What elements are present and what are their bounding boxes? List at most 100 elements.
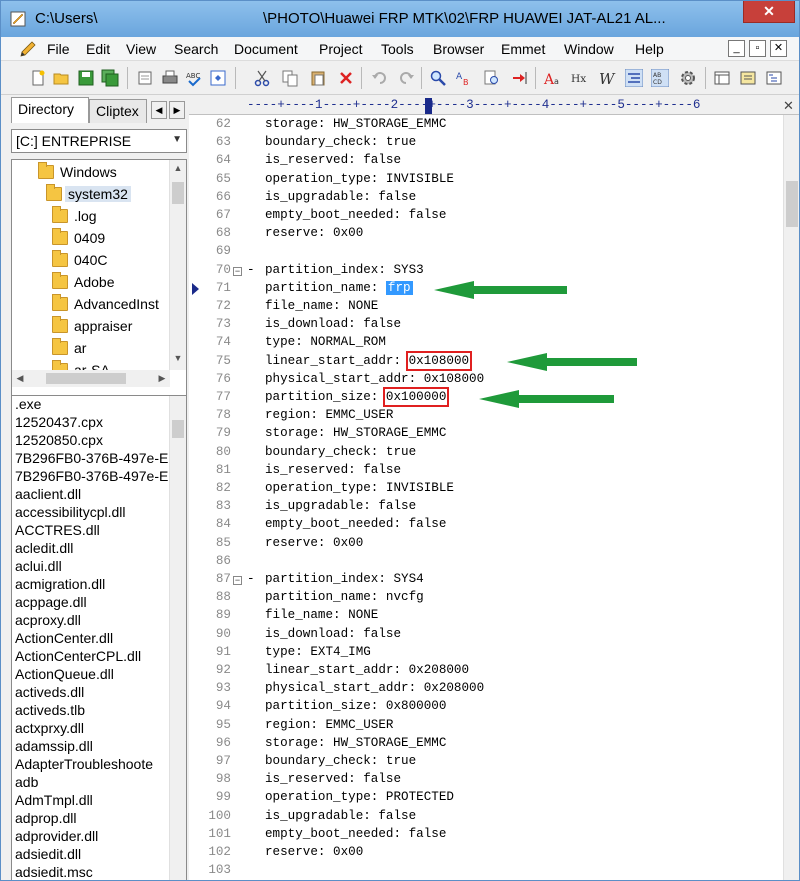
find-icon[interactable] bbox=[429, 69, 447, 87]
tree-item[interactable]: 0409 bbox=[52, 228, 168, 250]
tab-directory[interactable]: Directory bbox=[11, 97, 89, 123]
mdi-restore-button[interactable]: ▫ bbox=[749, 40, 766, 57]
list-item[interactable]: 12520850.cpx bbox=[15, 432, 103, 450]
window-close-button[interactable]: ✕ bbox=[743, 1, 795, 23]
print-icon[interactable] bbox=[161, 69, 179, 87]
print-preview-icon[interactable] bbox=[137, 69, 155, 87]
scroll-right-icon[interactable]: ▶ bbox=[154, 370, 170, 387]
mdi-minimize-button[interactable]: _ bbox=[728, 40, 745, 57]
indent-guide-icon[interactable] bbox=[625, 69, 643, 87]
code-editor[interactable]: ----+----1----+----2----+----3----+----4… bbox=[189, 97, 799, 880]
list-item[interactable]: adprop.dll bbox=[15, 810, 77, 828]
scroll-thumb[interactable] bbox=[172, 420, 184, 438]
list-item[interactable]: acproxy.dll bbox=[15, 612, 81, 630]
tree-item[interactable]: Adobe bbox=[52, 272, 168, 294]
new-file-icon[interactable] bbox=[29, 69, 47, 87]
list-item[interactable]: adprovider.dll bbox=[15, 828, 98, 846]
title-bar[interactable]: C:\Users\ \PHOTO\Huawei FRP MTK\02\FRP H… bbox=[1, 1, 799, 37]
hex-icon[interactable]: Hx bbox=[571, 69, 589, 87]
list-item[interactable]: adsiedit.dll bbox=[15, 846, 81, 864]
scroll-thumb[interactable] bbox=[46, 373, 126, 384]
save-all-icon[interactable] bbox=[101, 69, 119, 87]
list-item[interactable]: ActionCenter.dll bbox=[15, 630, 113, 648]
tab-scroll-left-button[interactable]: ◀ bbox=[151, 101, 167, 119]
tree-item[interactable]: ar-SA bbox=[52, 360, 168, 370]
file-list-vscrollbar[interactable] bbox=[169, 396, 186, 880]
list-item[interactable]: ActionQueue.dll bbox=[15, 666, 114, 684]
drive-select[interactable]: [C:] ENTREPRISE ▼ bbox=[11, 129, 187, 153]
list-item[interactable]: aclui.dll bbox=[15, 558, 62, 576]
tree-item[interactable]: ar bbox=[52, 338, 168, 360]
folder-tree-vscrollbar[interactable]: ▲ ▼ bbox=[169, 160, 186, 370]
word-wrap-icon[interactable]: W bbox=[599, 69, 617, 87]
clip-panel-icon[interactable] bbox=[739, 69, 757, 87]
list-item[interactable]: 7B296FB0-376B-497e-E bbox=[15, 468, 168, 486]
browser-view-icon[interactable] bbox=[209, 69, 227, 87]
paste-icon[interactable] bbox=[309, 69, 327, 87]
list-item[interactable]: ACCTRES.dll bbox=[15, 522, 100, 540]
spellcheck-icon[interactable]: ABC bbox=[185, 69, 203, 87]
replace-icon[interactable]: AB bbox=[455, 69, 473, 87]
find-in-files-icon[interactable] bbox=[483, 69, 501, 87]
tab-scroll-right-button[interactable]: ▶ bbox=[169, 101, 185, 119]
menu-view[interactable]: View bbox=[126, 41, 156, 57]
list-item[interactable]: acledit.dll bbox=[15, 540, 73, 558]
tree-item[interactable]: .log bbox=[52, 206, 168, 228]
menu-help[interactable]: Help bbox=[635, 41, 664, 57]
menu-document[interactable]: Document bbox=[234, 41, 298, 57]
cut-icon[interactable] bbox=[253, 69, 271, 87]
list-item[interactable]: acppage.dll bbox=[15, 594, 87, 612]
list-item[interactable]: AdapterTroubleshoote bbox=[15, 756, 153, 774]
file-list[interactable]: .exe 12520437.cpx 12520850.cpx 7B296FB0-… bbox=[11, 395, 187, 880]
menu-emmet[interactable]: Emmet bbox=[501, 41, 545, 57]
list-item[interactable]: actxprxy.dll bbox=[15, 720, 84, 738]
scroll-up-icon[interactable]: ▲ bbox=[170, 160, 186, 177]
list-item[interactable]: 12520437.cpx bbox=[15, 414, 103, 432]
tab-cliptext[interactable]: Cliptex bbox=[89, 99, 147, 123]
list-item[interactable]: adb bbox=[15, 774, 38, 792]
delete-icon[interactable] bbox=[337, 69, 355, 87]
save-icon[interactable] bbox=[77, 69, 95, 87]
list-item[interactable]: adamssip.dll bbox=[15, 738, 93, 756]
outline-icon[interactable] bbox=[765, 69, 783, 87]
menu-window[interactable]: Window bbox=[564, 41, 614, 57]
redo-icon[interactable] bbox=[397, 69, 415, 87]
column-icon[interactable]: ABCD bbox=[651, 69, 669, 87]
folder-tree-hscrollbar[interactable]: ◀ ▶ bbox=[12, 370, 170, 387]
undo-icon[interactable] bbox=[371, 69, 389, 87]
tree-item-selected[interactable]: system32 bbox=[46, 184, 168, 206]
list-item[interactable]: activeds.dll bbox=[15, 684, 84, 702]
list-item[interactable]: .exe bbox=[15, 396, 41, 414]
arrow-to-partition-size bbox=[479, 390, 614, 408]
scroll-down-icon[interactable]: ▼ bbox=[170, 350, 186, 367]
tree-item[interactable]: AdvancedInst bbox=[52, 294, 168, 316]
toolbar: ABC AB Aa Hx W AB CD bbox=[1, 61, 799, 95]
list-item[interactable]: acmigration.dll bbox=[15, 576, 105, 594]
tree-item[interactable]: Windows bbox=[38, 162, 168, 184]
scroll-thumb[interactable] bbox=[172, 182, 184, 204]
list-item[interactable]: accessibilitycpl.dll bbox=[15, 504, 125, 522]
menu-tools[interactable]: Tools bbox=[381, 41, 414, 57]
list-item[interactable]: adsiedit.msc bbox=[15, 864, 93, 880]
tree-item[interactable]: appraiser bbox=[52, 316, 168, 338]
mdi-close-button[interactable]: ✕ bbox=[770, 40, 787, 57]
copy-icon[interactable] bbox=[281, 69, 299, 87]
panel-icon[interactable] bbox=[713, 69, 731, 87]
font-icon[interactable]: Aa bbox=[543, 69, 561, 87]
folder-icon bbox=[38, 162, 54, 179]
goto-icon[interactable] bbox=[511, 69, 529, 87]
settings-icon[interactable] bbox=[679, 69, 697, 87]
list-item[interactable]: 7B296FB0-376B-497e-E bbox=[15, 450, 168, 468]
tree-item[interactable]: 040C bbox=[52, 250, 168, 272]
scroll-left-icon[interactable]: ◀ bbox=[12, 370, 28, 387]
menu-project[interactable]: Project bbox=[319, 41, 363, 57]
menu-search[interactable]: Search bbox=[174, 41, 218, 57]
list-item[interactable]: aaclient.dll bbox=[15, 486, 81, 504]
menu-browser[interactable]: Browser bbox=[433, 41, 484, 57]
list-item[interactable]: AdmTmpl.dll bbox=[15, 792, 93, 810]
menu-file[interactable]: File bbox=[47, 41, 70, 57]
list-item[interactable]: ActionCenterCPL.dll bbox=[15, 648, 141, 666]
list-item[interactable]: activeds.tlb bbox=[15, 702, 85, 720]
menu-edit[interactable]: Edit bbox=[86, 41, 110, 57]
open-folder-icon[interactable] bbox=[53, 69, 71, 87]
